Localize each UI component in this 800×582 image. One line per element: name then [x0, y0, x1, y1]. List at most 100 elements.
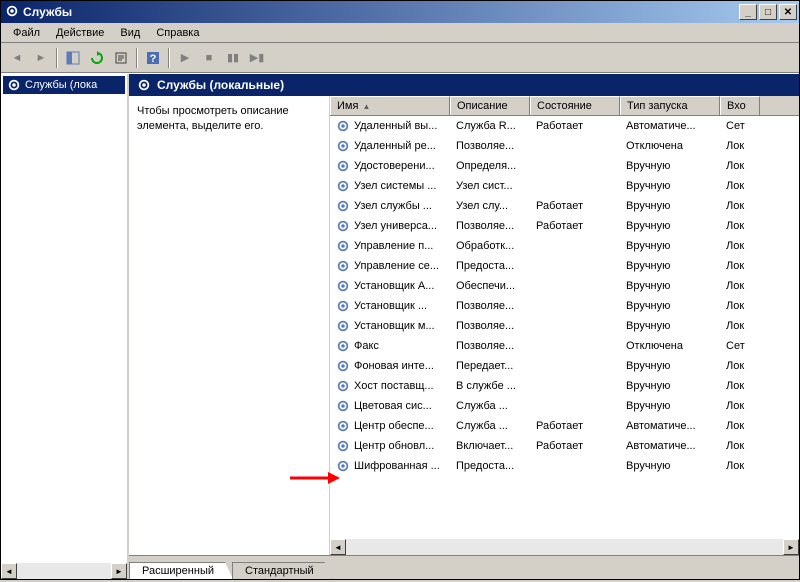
back-button: ◄ [6, 47, 28, 69]
description-text: Чтобы просмотреть описание элемента, выд… [137, 105, 289, 132]
gear-icon [336, 119, 350, 133]
svc-startup: Вручную [620, 160, 720, 172]
table-row[interactable]: Фоновая инте...Передает...ВручнуюЛок [330, 356, 799, 376]
table-row[interactable]: ФаксПозволяе...ОтключенаСет [330, 336, 799, 356]
table-row[interactable]: Удаленный вы...Служба R...РаботаетАвтома… [330, 116, 799, 136]
table-row[interactable]: Установщик ...Позволяе...ВручнуюЛок [330, 296, 799, 316]
table-row[interactable]: Установщик A...Обеспечи...ВручнуюЛок [330, 276, 799, 296]
svc-startup: Вручную [620, 200, 720, 212]
menu-file[interactable]: Файл [5, 25, 48, 41]
table-row[interactable]: Узел универса...Позволяе...РаботаетВручн… [330, 216, 799, 236]
col-startup[interactable]: Тип запуска [620, 96, 720, 115]
table-row[interactable]: Управление п...Обработк...ВручнуюЛок [330, 236, 799, 256]
table-row[interactable]: Удаленный ре...Позволяе...ОтключенаЛок [330, 136, 799, 156]
scroll-right-icon[interactable]: ► [783, 539, 799, 555]
close-button[interactable]: ✕ [779, 4, 797, 20]
svc-logon: Лок [720, 180, 760, 192]
forward-button: ► [30, 47, 52, 69]
svc-startup: Вручную [620, 360, 720, 372]
svc-desc: Позволяе... [450, 140, 530, 152]
table-row[interactable]: Узел системы ... Узел сист... ВручнуюЛок [330, 176, 799, 196]
svc-logon: Лок [720, 300, 760, 312]
col-state[interactable]: Состояние [530, 96, 620, 115]
menu-help[interactable]: Справка [148, 25, 207, 41]
maximize-button[interactable]: □ [759, 4, 777, 20]
gear-icon [336, 419, 350, 433]
svc-logon: Лок [720, 320, 760, 332]
gear-icon [336, 439, 350, 453]
svc-startup: Отключена [620, 340, 720, 352]
svc-name: Узел системы ... [354, 180, 436, 192]
table-row[interactable]: Узел службы ...Узел слу...РаботаетВручну… [330, 196, 799, 216]
restart-button: ▶▮ [246, 47, 268, 69]
svc-logon: Лок [720, 420, 760, 432]
services-window: Службы _ □ ✕ Файл Действие Вид Справка ◄… [0, 0, 800, 580]
gear-icon [336, 379, 350, 393]
refresh-button[interactable] [86, 47, 108, 69]
svc-logon: Лок [720, 140, 760, 152]
stop-icon: ■ [198, 47, 220, 69]
col-logon[interactable]: Вхо [720, 96, 760, 115]
menu-action[interactable]: Действие [48, 25, 112, 41]
svc-desc: В службе ... [450, 380, 530, 392]
svc-name: Центр обновл... [354, 440, 434, 452]
menu-view[interactable]: Вид [112, 25, 148, 41]
col-name[interactable]: Имя▲ [330, 96, 450, 115]
toolbar: ◄ ► ? ▶ ■ ▮▮ ▶▮ [1, 43, 799, 73]
tab-extended[interactable]: Расширенный [129, 562, 233, 579]
svc-desc: Позволяе... [450, 340, 530, 352]
svc-name: Удаленный вы... [354, 120, 437, 132]
tree-root-services[interactable]: Службы (лока [3, 76, 125, 94]
scroll-left-icon[interactable]: ◄ [330, 539, 346, 555]
svc-startup: Вручную [620, 240, 720, 252]
svc-startup: Вручную [620, 460, 720, 472]
table-row[interactable]: Удостоверени...Определя...ВручнуюЛок [330, 156, 799, 176]
table-row[interactable]: Установщик м...Позволяе...ВручнуюЛок [330, 316, 799, 336]
svc-startup: Вручную [620, 280, 720, 292]
description-pane: Чтобы просмотреть описание элемента, выд… [129, 96, 329, 555]
table-row[interactable]: Центр обеспе...Служба ...РаботаетАвтомат… [330, 416, 799, 436]
minimize-button[interactable]: _ [739, 4, 757, 20]
scroll-left-icon[interactable]: ◄ [1, 563, 17, 579]
list-header: Имя▲ Описание Состояние Тип запуска Вхо [330, 96, 799, 116]
svc-name: Хост поставщ... [354, 380, 434, 392]
show-hide-button[interactable] [62, 47, 84, 69]
svc-name: Центр обеспе... [354, 420, 434, 432]
table-row[interactable]: Цветовая сис...Служба ...ВручнуюЛок [330, 396, 799, 416]
scroll-right-icon[interactable]: ► [111, 563, 127, 579]
gear-icon [336, 459, 350, 473]
svc-desc: Позволяе... [450, 320, 530, 332]
tab-standard[interactable]: Стандартный [232, 562, 333, 579]
gear-icon [336, 219, 350, 233]
col-desc[interactable]: Описание [450, 96, 530, 115]
svc-desc: Позволяе... [450, 300, 530, 312]
svc-desc: Узел сист... [450, 180, 530, 192]
tree-pane: Службы (лока ◄ ► [1, 74, 129, 579]
svc-logon: Лок [720, 280, 760, 292]
sort-asc-icon: ▲ [362, 102, 370, 111]
svc-logon: Сет [720, 120, 760, 132]
svc-logon: Лок [720, 200, 760, 212]
help-button[interactable]: ? [142, 47, 164, 69]
gear-icon [5, 4, 19, 21]
tree-hscroll[interactable]: ◄ ► [1, 563, 127, 579]
svc-desc: Обеспечи... [450, 280, 530, 292]
svc-name: Цветовая сис... [354, 400, 432, 412]
list-hscroll[interactable]: ◄ ► [330, 539, 799, 555]
svc-name: Узел универса... [354, 220, 437, 232]
svc-name: Установщик м... [354, 320, 435, 332]
table-row[interactable]: Хост поставщ...В службе ...ВручнуюЛок [330, 376, 799, 396]
svc-logon: Лок [720, 160, 760, 172]
pane-title: Службы (локальные) [157, 78, 284, 92]
gear-icon [336, 159, 350, 173]
export-button[interactable] [110, 47, 132, 69]
table-row[interactable]: Центр обновл...Включает...РаботаетАвтома… [330, 436, 799, 456]
svc-startup: Вручную [620, 180, 720, 192]
svc-logon: Лок [720, 260, 760, 272]
titlebar[interactable]: Службы _ □ ✕ [1, 1, 799, 23]
svc-startup: Вручную [620, 260, 720, 272]
menubar: Файл Действие Вид Справка [1, 23, 799, 43]
table-row[interactable]: Управление се...Предоста...ВручнуюЛок [330, 256, 799, 276]
table-row[interactable]: Шифрованная ...Предоста...ВручнуюЛок [330, 456, 799, 476]
svc-name: Управление се... [354, 260, 439, 272]
